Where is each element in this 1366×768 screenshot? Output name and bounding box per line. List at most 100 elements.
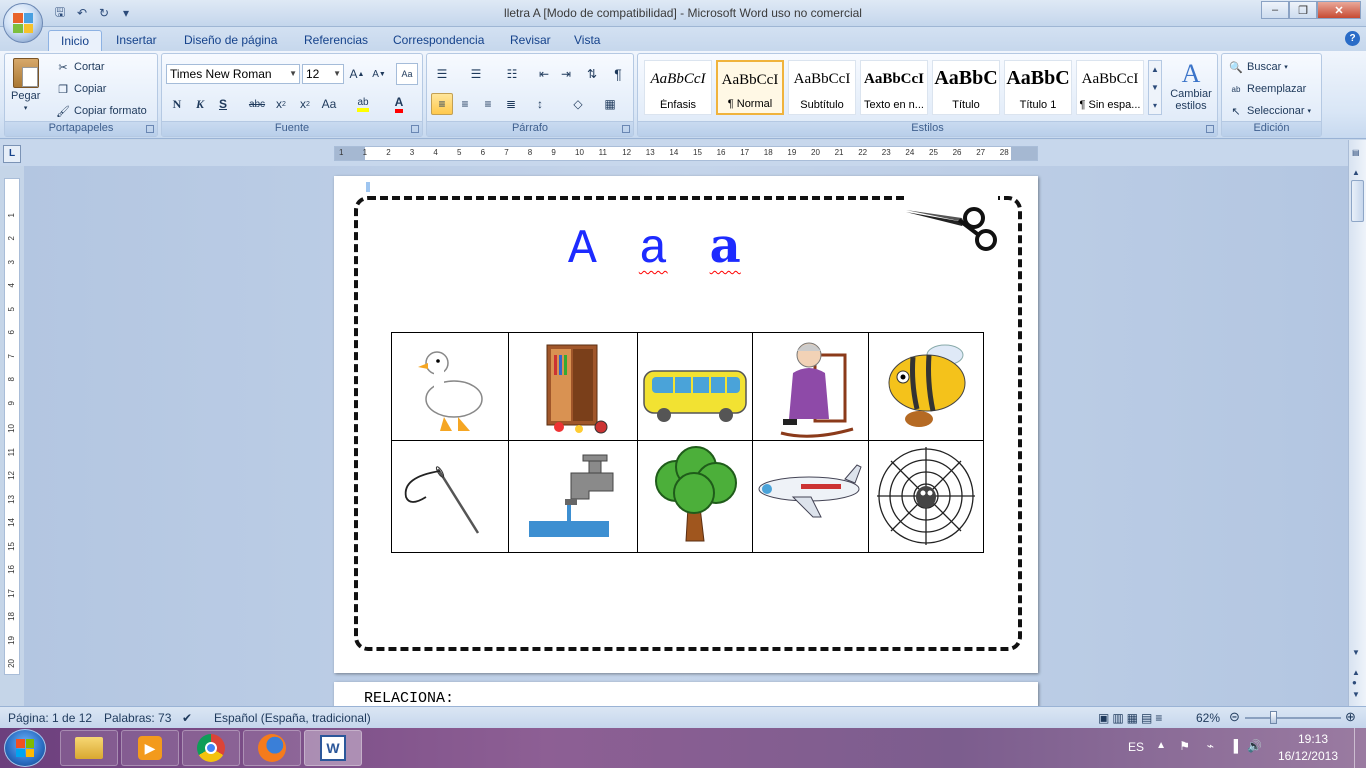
network-icon[interactable]: ▐	[1229, 739, 1238, 753]
replace-button[interactable]: ab Reemplazar	[1228, 81, 1307, 97]
tab-inicio[interactable]: Inicio	[48, 30, 103, 51]
power-icon[interactable]: ⌁	[1207, 739, 1214, 753]
change-case-button[interactable]: Aa	[318, 93, 340, 115]
numbering-button[interactable]: ☰	[465, 63, 487, 85]
font-size-select[interactable]: 12 ▼	[302, 64, 344, 84]
scroll-up-icon[interactable]: ▲	[1352, 168, 1360, 177]
subscript-button[interactable]: x2	[270, 93, 292, 115]
document-area[interactable]: A a a RELACIONA:	[24, 166, 1348, 706]
taskbar-media-player[interactable]: ▶	[121, 730, 179, 766]
vertical-scrollbar[interactable]: ▤ ▲ ▼ ▲ ● ▼	[1348, 140, 1366, 706]
tab-selector-button[interactable]: L	[3, 145, 21, 163]
style-subtitulo[interactable]: AaBbCcI Subtítulo	[788, 60, 856, 115]
taskbar-word[interactable]: W	[304, 730, 362, 766]
shrink-font-button[interactable]: A ▼	[368, 63, 390, 85]
view-buttons[interactable]: ▣▥▦▤≡	[1098, 711, 1165, 725]
highlight-button[interactable]: ab	[352, 93, 374, 115]
decrease-indent-button[interactable]: ⇤	[533, 63, 555, 85]
zoom-level[interactable]: 62%	[1196, 711, 1220, 725]
find-button[interactable]: 🔍 Buscar ▾	[1228, 59, 1288, 75]
zoom-in-icon[interactable]: ⊕	[1345, 709, 1356, 725]
page-2[interactable]: RELACIONA:	[334, 682, 1038, 706]
horizontal-ruler[interactable]: 1 1 2 3 4 5 6 7 8 9 10 11 12 13 14 15 16 17 18 19 20 21 22 23 24…	[334, 146, 1038, 161]
tab-insertar[interactable]: Insertar	[104, 30, 169, 51]
style-titulo-1[interactable]: AaBbC Título 1	[1004, 60, 1072, 115]
superscript-button[interactable]: x2	[294, 93, 316, 115]
bullets-button[interactable]: ☰	[431, 63, 453, 85]
ruler-toggle-icon[interactable]: ▤	[1352, 148, 1360, 157]
word-count[interactable]: Palabras: 73	[104, 711, 171, 725]
restore-button[interactable]: ❐	[1289, 1, 1317, 19]
style-texto-negrita[interactable]: AaBbCcI Texto en n...	[860, 60, 928, 115]
dialog-launcher-icon[interactable]	[411, 125, 419, 133]
underline-button[interactable]: S	[212, 93, 234, 115]
tab-vista[interactable]: Vista	[562, 30, 612, 51]
tab-diseno-pagina[interactable]: Diseño de página	[172, 30, 289, 51]
taskbar-chrome[interactable]	[182, 730, 240, 766]
scroll-down-icon[interactable]: ▼	[1352, 648, 1360, 657]
dialog-launcher-icon[interactable]	[146, 125, 154, 133]
next-page-icon[interactable]: ▼	[1352, 690, 1360, 699]
help-icon[interactable]: ?	[1345, 31, 1360, 46]
tray-expand-icon[interactable]: ▲	[1156, 740, 1166, 751]
zoom-slider[interactable]	[1245, 717, 1341, 719]
italic-button[interactable]: K	[189, 93, 211, 115]
styles-scroll[interactable]: ▲ ▼ ▾	[1148, 60, 1162, 115]
tab-correspondencia[interactable]: Correspondencia	[381, 30, 496, 51]
ruler-tick: 10	[575, 148, 584, 157]
input-language[interactable]: ES	[1128, 740, 1144, 754]
strikethrough-button[interactable]: abc	[246, 93, 268, 115]
select-button[interactable]: ↖ Seleccionar ▾	[1228, 103, 1311, 119]
style-normal[interactable]: AaBbCcI ¶ Normal	[716, 60, 784, 115]
increase-indent-button[interactable]: ⇥	[555, 63, 577, 85]
dialog-launcher-icon[interactable]	[622, 125, 630, 133]
office-button[interactable]	[3, 3, 43, 43]
grow-font-button[interactable]: A ▲	[346, 63, 368, 85]
cut-button[interactable]: ✂ Cortar	[55, 59, 104, 75]
line-spacing-button[interactable]: ↕	[529, 93, 551, 115]
sort-button[interactable]: ⇅	[581, 63, 603, 85]
page-count[interactable]: Página: 1 de 12	[8, 711, 92, 725]
format-painter-button[interactable]: 🖌 Copiar formato	[55, 103, 147, 119]
style-sin-espaciado[interactable]: AaBbCcI ¶ Sin espa...	[1076, 60, 1144, 115]
language-indicator[interactable]: Español (España, tradicional)	[214, 711, 371, 725]
proofing-icon[interactable]: ✔	[182, 711, 192, 725]
close-button[interactable]: ✕	[1317, 1, 1361, 19]
minimize-button[interactable]: –	[1261, 1, 1289, 19]
taskbar-firefox[interactable]	[243, 730, 301, 766]
font-color-button[interactable]: A	[388, 93, 410, 115]
clock-time[interactable]: 19:13	[1298, 732, 1328, 746]
align-right-button[interactable]: ≡	[477, 93, 499, 115]
taskbar-explorer[interactable]	[60, 730, 118, 766]
show-desktop-button[interactable]	[1354, 728, 1366, 768]
zoom-slider-thumb[interactable]	[1270, 711, 1277, 724]
align-left-button[interactable]: ≡	[431, 93, 453, 115]
vertical-ruler[interactable]: 1 2 3 4 5 6 7 8 9 10 11 12 13 14 15 16 17 18 19 20	[4, 178, 20, 675]
volume-icon[interactable]: 🔊	[1247, 739, 1262, 753]
align-center-button[interactable]: ≡	[454, 93, 476, 115]
font-name-select[interactable]: Times New Roman ▼	[166, 64, 300, 84]
style-enfasis[interactable]: AaBbCcI Énfasis	[644, 60, 712, 115]
flag-icon[interactable]: ⚑	[1179, 739, 1190, 753]
clear-format-button[interactable]: Aa	[396, 63, 418, 85]
multilevel-list-button[interactable]: ☷	[501, 63, 523, 85]
paste-button[interactable]: Pegar ▾	[11, 58, 40, 112]
show-marks-button[interactable]: ¶	[607, 63, 629, 85]
tab-revisar[interactable]: Revisar	[498, 30, 563, 51]
tab-referencias[interactable]: Referencias	[292, 30, 380, 51]
borders-button[interactable]: ▦	[599, 93, 621, 115]
style-titulo[interactable]: AaBbC Título	[932, 60, 1000, 115]
shading-button[interactable]: ◇	[567, 93, 589, 115]
scroll-thumb[interactable]	[1351, 180, 1364, 222]
page-1[interactable]: A a a	[334, 176, 1038, 673]
clock-date[interactable]: 16/12/2013	[1278, 749, 1338, 763]
copy-button[interactable]: ❐ Copiar	[55, 81, 106, 97]
change-styles-button[interactable]: A Cambiar estilos	[1166, 60, 1216, 113]
justify-button[interactable]: ≣	[500, 93, 522, 115]
browse-object-icon[interactable]: ●	[1352, 678, 1357, 687]
dialog-launcher-icon[interactable]	[1206, 125, 1214, 133]
start-button[interactable]	[4, 729, 46, 767]
zoom-out-icon[interactable]: ⊝	[1229, 709, 1240, 725]
bold-button[interactable]: N	[166, 93, 188, 115]
previous-page-icon[interactable]: ▲	[1352, 668, 1360, 677]
